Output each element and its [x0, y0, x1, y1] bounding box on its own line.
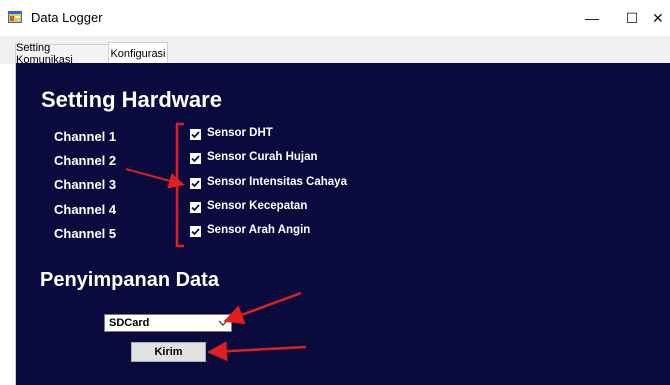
annotation-arrow-button: [207, 341, 307, 362]
annotation-arrow-select: [223, 291, 302, 325]
annotation-bracket: [175, 122, 184, 248]
annotation-arrow-channels: [125, 168, 185, 189]
annotation-overlay: [125, 122, 307, 362]
